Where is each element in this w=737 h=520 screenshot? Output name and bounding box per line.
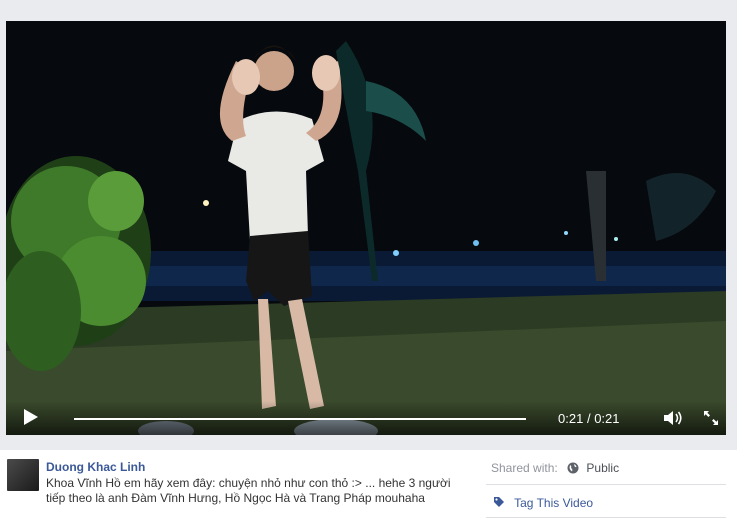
current-time: 0:21 — [558, 411, 584, 426]
shared-with-label: Shared with: — [491, 461, 558, 475]
fullscreen-icon[interactable] — [703, 410, 719, 426]
time-display: 0:21 / 0:21 — [558, 411, 620, 426]
privacy-row: Shared with: Public — [491, 461, 619, 475]
privacy-value[interactable]: Public — [586, 461, 619, 475]
duration: 0:21 — [594, 411, 620, 426]
tag-icon — [494, 497, 504, 507]
divider — [486, 517, 726, 518]
tag-video-label: Tag This Video — [514, 496, 594, 510]
video-frame — [6, 21, 726, 435]
video-controls: 0:21 / 0:21 — [6, 401, 726, 435]
volume-icon[interactable] — [663, 410, 683, 426]
video-player[interactable]: 0:21 / 0:21 — [6, 21, 726, 435]
author-name[interactable]: Duong Khac Linh — [46, 460, 145, 474]
top-strip — [0, 0, 737, 20]
globe-icon — [567, 462, 579, 474]
tag-video-button[interactable]: Tag This Video — [493, 496, 593, 510]
post-info: Duong Khac Linh Khoa Vĩnh Hồ em hãy xem … — [0, 450, 737, 520]
avatar[interactable] — [7, 459, 39, 491]
progress-bar[interactable] — [74, 418, 526, 420]
divider — [486, 484, 726, 485]
time-separator: / — [586, 411, 591, 426]
post-caption: Khoa Vĩnh Hồ em hãy xem đây: chuyện nhỏ … — [46, 476, 451, 505]
play-button[interactable] — [24, 409, 38, 425]
